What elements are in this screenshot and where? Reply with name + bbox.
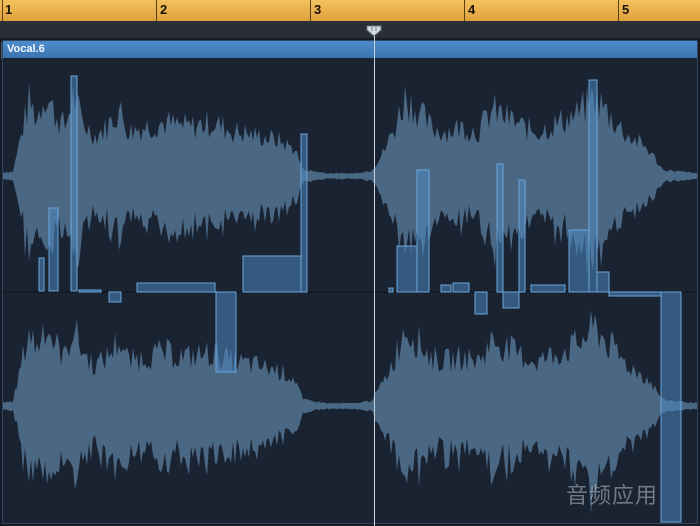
ruler-bar-strip[interactable]: 1 2 3 4 5 [0, 0, 700, 22]
bar-ruler[interactable]: 1 2 3 4 5 [0, 0, 700, 59]
flex-marker[interactable] [136, 282, 216, 293]
flex-marker[interactable] [452, 282, 470, 293]
region-header[interactable]: Vocal.6 [3, 41, 697, 58]
flex-marker[interactable] [496, 163, 504, 293]
bar-number-5: 5 [622, 2, 630, 17]
bar-line-3 [310, 0, 311, 21]
bar-number-1: 1 [5, 2, 13, 17]
flex-marker[interactable] [242, 255, 302, 293]
ruler-tick-strip[interactable] [0, 21, 700, 59]
flex-marker[interactable] [474, 291, 488, 315]
bar-number-3: 3 [314, 2, 322, 17]
bar-number-4: 4 [468, 2, 476, 17]
flex-marker[interactable] [38, 257, 45, 292]
flex-marker[interactable] [215, 291, 237, 373]
flex-marker[interactable] [608, 291, 662, 297]
playhead-line[interactable] [374, 36, 375, 526]
flex-marker[interactable] [502, 291, 520, 309]
flex-marker[interactable] [388, 287, 394, 293]
region-name-label: Vocal.6 [7, 43, 45, 55]
flex-marker[interactable] [588, 79, 598, 293]
flex-marker[interactable] [300, 133, 308, 293]
audio-region[interactable]: Vocal.6 [2, 40, 698, 524]
flex-marker[interactable] [518, 179, 526, 293]
flex-marker[interactable] [396, 245, 418, 293]
flex-marker[interactable] [440, 284, 452, 293]
flex-marker[interactable] [530, 284, 566, 293]
bar-number-2: 2 [160, 2, 168, 17]
flex-marker[interactable] [70, 75, 78, 292]
flex-marker[interactable] [108, 291, 122, 303]
bar-line-1 [2, 0, 3, 21]
waveform-display[interactable] [3, 58, 697, 523]
bar-line-4 [464, 0, 465, 21]
bar-line-2 [156, 0, 157, 21]
watermark-text: 音频应用 [566, 483, 659, 508]
flex-marker[interactable] [78, 289, 102, 293]
flex-marker[interactable] [48, 207, 59, 292]
flex-marker[interactable] [660, 291, 682, 523]
flex-marker[interactable] [416, 169, 430, 293]
flex-marker[interactable] [568, 229, 590, 293]
bar-line-5 [618, 0, 619, 21]
flex-marker[interactable] [596, 271, 610, 293]
